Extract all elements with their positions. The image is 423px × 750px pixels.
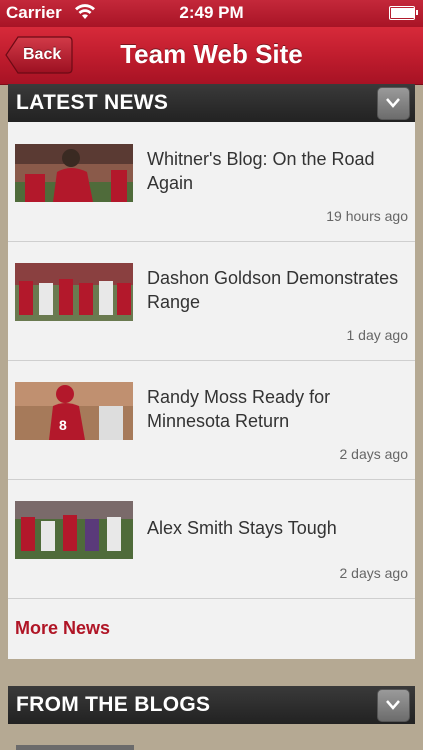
latest-news-toggle-button[interactable] — [377, 87, 410, 120]
news-headline: Randy Moss Ready for Minnesota Return — [147, 387, 331, 431]
news-headline: Whitner's Blog: On the Road Again — [147, 149, 375, 193]
from-the-blogs-title: FROM THE BLOGS — [16, 693, 211, 716]
battery-icon — [389, 6, 418, 20]
news-timestamp: 2 days ago — [339, 446, 409, 462]
news-item[interactable]: Alex Smith Stays Tough 2 days ago — [8, 479, 415, 599]
clock: 2:49 PM — [179, 3, 244, 22]
news-thumbnail — [15, 501, 133, 559]
status-bar: Carrier 2:49 PM — [0, 0, 423, 27]
news-timestamp: 19 hours ago — [326, 208, 408, 224]
news-timestamp: 1 day ago — [346, 327, 409, 343]
chevron-down-icon — [386, 98, 400, 108]
news-thumbnail — [15, 144, 133, 202]
blog-thumbnail — [16, 745, 134, 750]
news-list: Whitner's Blog: On the Road Again 19 hou… — [8, 122, 415, 659]
news-thumbnail — [15, 263, 133, 321]
news-headline: Alex Smith Stays Tough — [147, 518, 337, 538]
latest-news-header[interactable]: LATEST NEWS — [8, 84, 415, 122]
from-the-blogs-header[interactable]: FROM THE BLOGS — [8, 686, 415, 724]
latest-news-title: LATEST NEWS — [16, 91, 169, 114]
page-title: Team Web Site — [120, 39, 303, 69]
from-the-blogs-toggle-button[interactable] — [377, 689, 410, 722]
news-item[interactable]: Whitner's Blog: On the Road Again 19 hou… — [8, 122, 415, 242]
news-headline: Dashon Goldson Demonstrates Range — [147, 268, 399, 312]
news-item[interactable]: Dashon Goldson Demonstrates Range 1 day … — [8, 241, 415, 361]
news-item[interactable]: 8 Randy Moss Ready for Minnesota Return … — [8, 360, 415, 480]
news-timestamp: 2 days ago — [339, 565, 409, 581]
chevron-down-icon — [386, 700, 400, 710]
svg-text:8: 8 — [59, 417, 67, 433]
news-thumbnail: 8 — [15, 382, 133, 440]
more-news-link[interactable]: More News — [15, 618, 110, 639]
navigation-bar: Back Team Web Site — [0, 27, 423, 85]
battery-level — [391, 8, 414, 18]
